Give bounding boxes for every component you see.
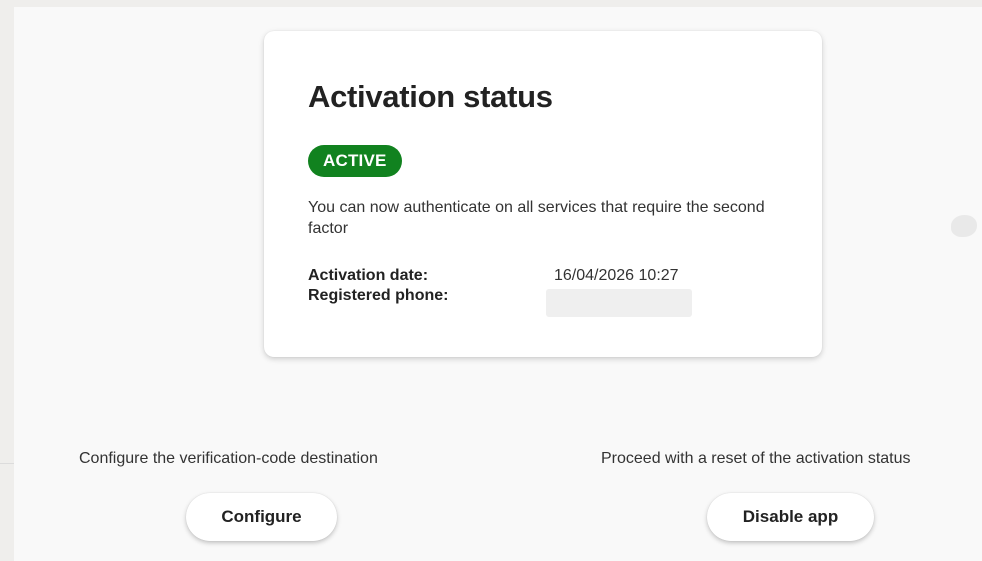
registered-phone-label: Registered phone:: [308, 287, 449, 304]
registered-phone-redacted: [546, 289, 692, 317]
page: Activation status ACTIVE You can now aut…: [0, 0, 982, 561]
status-description: You can now authenticate on all services…: [308, 199, 765, 237]
activation-date-value: 16/04/2026 10:27: [554, 267, 679, 284]
configure-description: Configure the verification-code destinat…: [79, 450, 378, 467]
decorative-blot: [951, 215, 977, 237]
content-panel: Activation status ACTIVE You can now aut…: [14, 7, 982, 561]
disable-app-button[interactable]: Disable app: [707, 493, 874, 541]
configure-button[interactable]: Configure: [186, 493, 337, 541]
card-title: Activation status: [308, 79, 553, 114]
activation-date-label: Activation date:: [308, 267, 429, 284]
activation-status-card: Activation status ACTIVE You can now aut…: [264, 31, 822, 357]
status-badge: ACTIVE: [308, 145, 402, 177]
disable-description: Proceed with a reset of the activation s…: [601, 450, 911, 467]
divider: [0, 463, 14, 464]
